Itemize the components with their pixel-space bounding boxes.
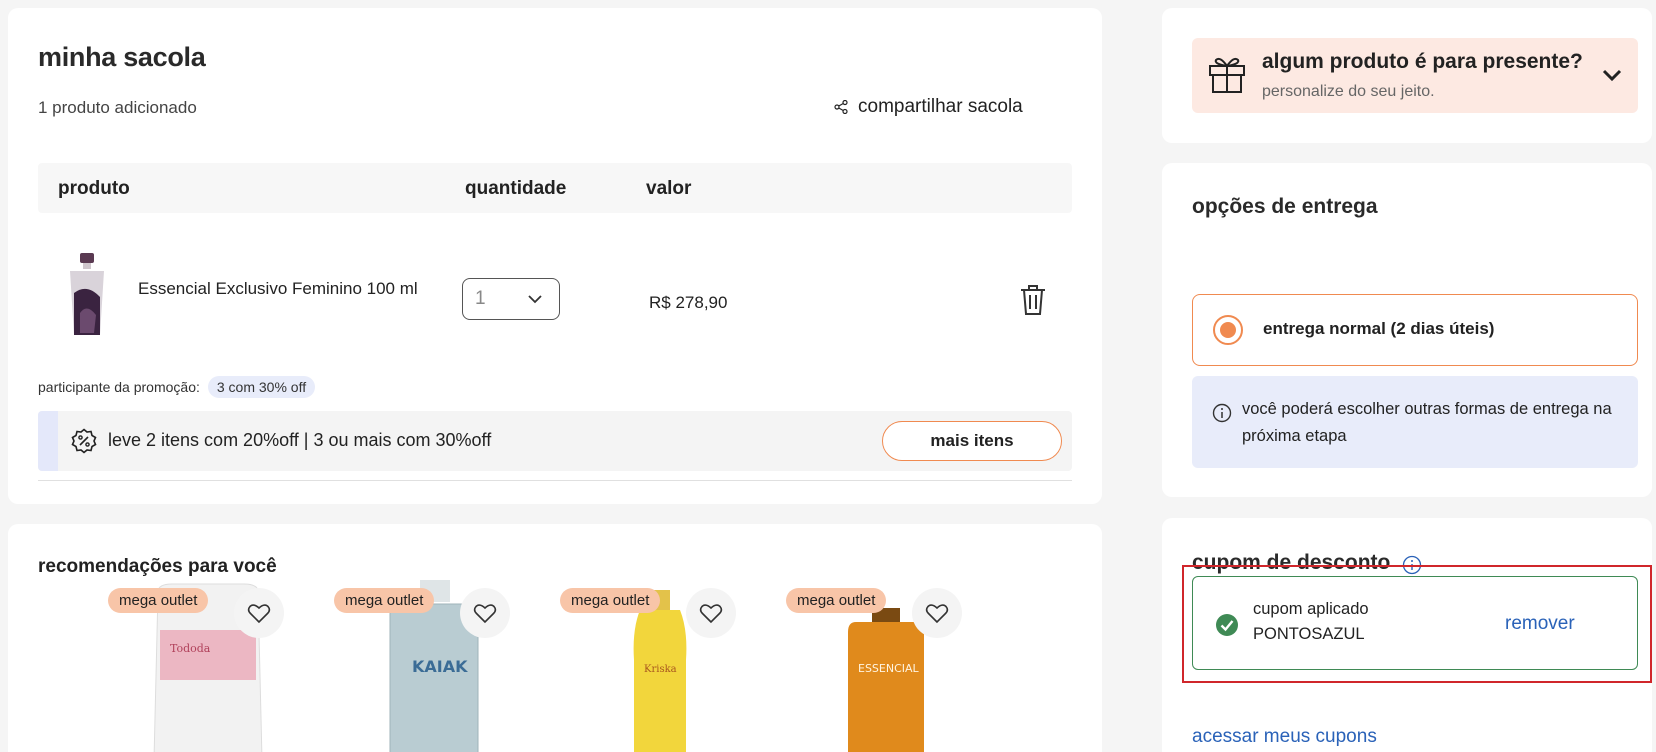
heart-icon [925, 604, 949, 624]
recommendation-item[interactable]: KAIAK mega outlet [334, 580, 534, 752]
delivery-info-text: você poderá escolher outras formas de en… [1242, 400, 1612, 445]
recommendations-card: recomendações para você Tododa mega outl… [8, 524, 1102, 752]
product-brand-text: ESSENCIAL [858, 662, 920, 675]
my-coupons-link[interactable]: acessar meus cupons [1192, 726, 1377, 748]
more-items-button[interactable]: mais itens [882, 421, 1062, 461]
favorite-button[interactable] [460, 588, 510, 638]
mega-outlet-badge: mega outlet [334, 588, 435, 613]
info-icon [1212, 403, 1232, 423]
recommendations-title: recomendações para você [38, 556, 277, 577]
product-brand-text: Kriska [644, 664, 677, 675]
delivery-title: opções de entrega [1192, 195, 1378, 218]
delivery-option-normal[interactable]: entrega normal (2 dias úteis) [1192, 294, 1638, 366]
gift-title: algum produto é para presente? [1262, 50, 1583, 73]
favorite-button[interactable] [686, 588, 736, 638]
share-bag-label: compartilhar sacola [858, 96, 1023, 117]
mega-outlet-badge: mega outlet [786, 588, 887, 613]
chevron-down-icon [528, 295, 542, 304]
remove-coupon-link[interactable]: remover [1505, 613, 1575, 635]
product-price: R$ 278,90 [649, 293, 728, 312]
coupon-code: PONTOSAZUL [1253, 625, 1365, 643]
delivery-option-label: entrega normal (2 dias úteis) [1263, 319, 1495, 338]
column-value: valor [646, 178, 692, 199]
bag-card: minha sacola 1 produto adicionado compar… [8, 8, 1102, 504]
delivery-card: opções de entrega entrega normal (2 dias… [1162, 163, 1652, 497]
heart-icon [699, 604, 723, 624]
check-circle-icon [1216, 614, 1238, 636]
chevron-down-icon[interactable] [1602, 68, 1622, 82]
gift-icon [1209, 57, 1245, 93]
discount-badge-icon [71, 428, 97, 454]
coupon-applied-box: cupom aplicado PONTOSAZUL remover [1192, 576, 1638, 670]
recommendation-item[interactable]: Tododa mega outlet [108, 580, 308, 752]
promotion-label-text: participante da promoção: [38, 379, 200, 395]
mega-outlet-badge: mega outlet [560, 588, 661, 613]
column-quantity: quantidade [465, 178, 567, 199]
gift-toggle[interactable]: algum produto é para presente? personali… [1192, 38, 1638, 113]
mega-outlet-badge: mega outlet [108, 588, 209, 613]
promotion-bar-text: leve 2 itens com 20%off | 3 ou mais com … [108, 430, 492, 450]
product-brand-text: KAIAK [412, 657, 468, 676]
product-count: 1 produto adicionado [38, 98, 197, 117]
delivery-radio[interactable] [1213, 315, 1243, 345]
product-image[interactable] [56, 253, 118, 345]
gift-subtitle: personalize do seu jeito. [1262, 83, 1435, 100]
promotion-label: participante da promoção: 3 com 30% off [38, 376, 316, 398]
product-name[interactable]: Essencial Exclusivo Feminino 100 ml [138, 276, 428, 302]
divider [38, 480, 1072, 481]
recommendation-item[interactable]: Kriska mega outlet [560, 580, 760, 752]
gift-card: algum produto é para presente? personali… [1162, 8, 1652, 143]
recommendation-item[interactable]: ESSENCIAL mega outlet [786, 580, 986, 752]
share-bag-button[interactable]: compartilhar sacola [834, 96, 1023, 118]
share-icon [834, 100, 848, 114]
quantity-select[interactable]: 1 [462, 278, 560, 320]
promotion-badge: 3 com 30% off [207, 376, 316, 398]
page-title: minha sacola [38, 42, 206, 72]
table-header: produto quantidade valor [38, 163, 1072, 213]
coupon-applied-label: cupom aplicado [1253, 600, 1369, 618]
quantity-value: 1 [475, 288, 486, 309]
heart-icon [473, 604, 497, 624]
column-product: produto [58, 178, 130, 199]
trash-icon[interactable] [1018, 283, 1048, 317]
promotion-bar-stripe [38, 411, 58, 471]
promotion-bar: leve 2 itens com 20%off | 3 ou mais com … [38, 411, 1072, 471]
delivery-info-box: você poderá escolher outras formas de en… [1192, 376, 1638, 468]
favorite-button[interactable] [234, 588, 284, 638]
product-brand-text: Tododa [170, 642, 211, 655]
heart-icon [247, 604, 271, 624]
coupon-card: cupom de desconto cupom aplicado PONTOSA… [1162, 518, 1652, 752]
favorite-button[interactable] [912, 588, 962, 638]
